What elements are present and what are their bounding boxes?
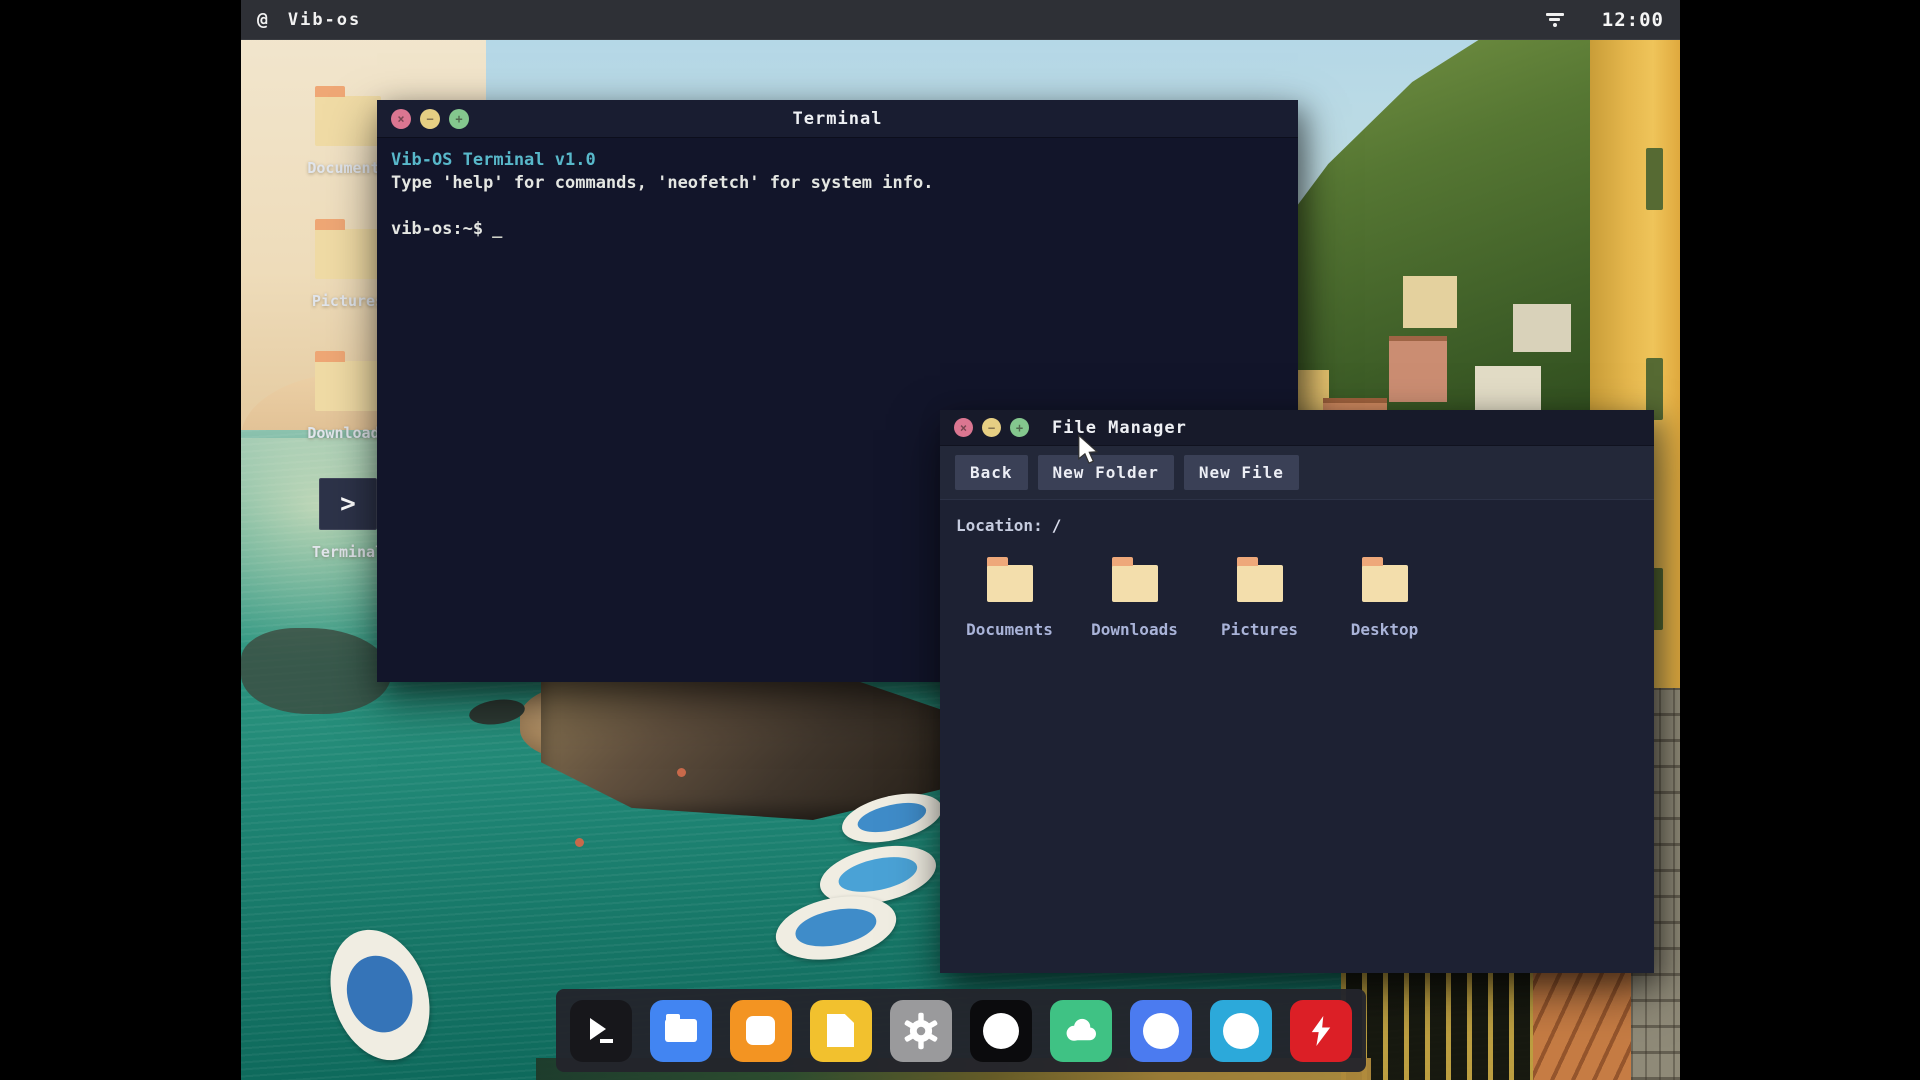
minimize-button[interactable]: − — [982, 418, 1001, 437]
dock-terminal-launcher[interactable] — [570, 1000, 632, 1062]
terminal-cursor: _ — [492, 218, 502, 241]
desktop-icon-label: Pictures — [312, 292, 384, 310]
folder-icon — [1362, 565, 1408, 602]
os-logo-icon: @ — [257, 9, 268, 30]
os-title: Vib-os — [288, 10, 361, 30]
close-button[interactable]: × — [954, 418, 973, 437]
folder-item-documents[interactable]: Documents — [952, 553, 1067, 639]
maximize-button[interactable]: + — [1010, 418, 1029, 437]
file-manager-titlebar[interactable]: × − + File Manager — [940, 410, 1654, 446]
terminal-prompt: vib-os:~$ — [391, 218, 483, 241]
mouse-cursor — [1077, 434, 1101, 466]
dock — [556, 989, 1366, 1072]
top-bar-right: 12:00 — [1544, 9, 1664, 31]
document-icon — [827, 1014, 854, 1047]
dock-text-editor[interactable] — [810, 1000, 872, 1062]
file-grid: Documents Downloads Pictures Desktop — [940, 535, 1654, 639]
clock: 12:00 — [1602, 9, 1664, 31]
circle-icon — [1143, 1013, 1179, 1049]
location-bar: Location: / — [940, 500, 1654, 535]
dock-settings[interactable] — [890, 1000, 952, 1062]
desktop-icon-label: Terminal — [312, 543, 384, 561]
cloud-icon — [1063, 1016, 1099, 1046]
location-path: / — [1052, 516, 1062, 535]
buoy — [575, 838, 584, 847]
folder-icon — [987, 565, 1033, 602]
folder-item-pictures[interactable]: Pictures — [1202, 553, 1317, 639]
cursor-prompt-icon — [584, 1016, 618, 1046]
screen: @ Vib-os 12:00 Documents Pictures Downlo… — [0, 0, 1920, 1080]
terminal-prompt-line: vib-os:~$ _ — [391, 218, 1284, 241]
house-block — [1513, 304, 1571, 352]
buoy — [677, 768, 686, 777]
dock-file-manager[interactable] — [650, 1000, 712, 1062]
new-folder-button[interactable]: New Folder — [1038, 455, 1174, 490]
gear-icon — [902, 1012, 940, 1050]
terminal-output[interactable]: Vib-OS Terminal v1.0 Type 'help' for com… — [377, 138, 1298, 252]
circle-icon — [1223, 1013, 1259, 1049]
dock-green-app[interactable] — [1050, 1000, 1112, 1062]
dock-power-app[interactable] — [1290, 1000, 1352, 1062]
folder-item-downloads[interactable]: Downloads — [1077, 553, 1192, 639]
folder-icon — [1237, 565, 1283, 602]
terminal-title: Terminal — [377, 109, 1298, 129]
terminal-titlebar[interactable]: × − + Terminal — [377, 100, 1298, 138]
dock-media-app[interactable] — [970, 1000, 1032, 1062]
folder-icon — [665, 1019, 697, 1042]
top-bar: @ Vib-os 12:00 — [241, 0, 1680, 40]
folder-label: Documents — [966, 620, 1053, 639]
lightning-icon — [1306, 1014, 1336, 1048]
folder-icon — [315, 361, 381, 411]
rounded-square-icon — [746, 1016, 775, 1045]
dock-blue-app[interactable] — [1130, 1000, 1192, 1062]
terminal-blank-line — [391, 195, 1284, 218]
file-manager-title: File Manager — [1052, 418, 1187, 438]
dock-orange-app[interactable] — [730, 1000, 792, 1062]
house-block — [1389, 336, 1447, 402]
dock-cyan-app[interactable] — [1210, 1000, 1272, 1062]
folder-item-desktop[interactable]: Desktop — [1327, 553, 1442, 639]
maximize-button[interactable]: + — [449, 109, 469, 129]
close-button[interactable]: × — [391, 109, 411, 129]
house-block — [1403, 276, 1457, 328]
folder-label: Downloads — [1091, 620, 1178, 639]
file-manager-window: × − + File Manager Back New Folder New F… — [940, 410, 1654, 973]
new-file-button[interactable]: New File — [1184, 455, 1299, 490]
terminal-banner-line: Vib-OS Terminal v1.0 — [391, 149, 1284, 172]
location-label: Location: — [956, 516, 1043, 535]
minimize-button[interactable]: − — [420, 109, 440, 129]
folder-icon — [315, 229, 381, 279]
folder-icon — [1112, 565, 1158, 602]
file-manager-toolbar: Back New Folder New File — [940, 446, 1654, 500]
folder-icon — [315, 96, 381, 146]
top-bar-left: @ Vib-os — [257, 9, 361, 30]
wifi-icon[interactable] — [1544, 13, 1566, 27]
back-button[interactable]: Back — [955, 455, 1028, 490]
window-shutter — [1646, 148, 1663, 210]
terminal-help-line: Type 'help' for commands, 'neofetch' for… — [391, 172, 1284, 195]
folder-label: Desktop — [1351, 620, 1418, 639]
circle-icon — [983, 1013, 1019, 1049]
folder-label: Pictures — [1221, 620, 1298, 639]
desktop: @ Vib-os 12:00 Documents Pictures Downlo… — [241, 0, 1680, 1080]
terminal-app-icon: > — [319, 478, 377, 530]
